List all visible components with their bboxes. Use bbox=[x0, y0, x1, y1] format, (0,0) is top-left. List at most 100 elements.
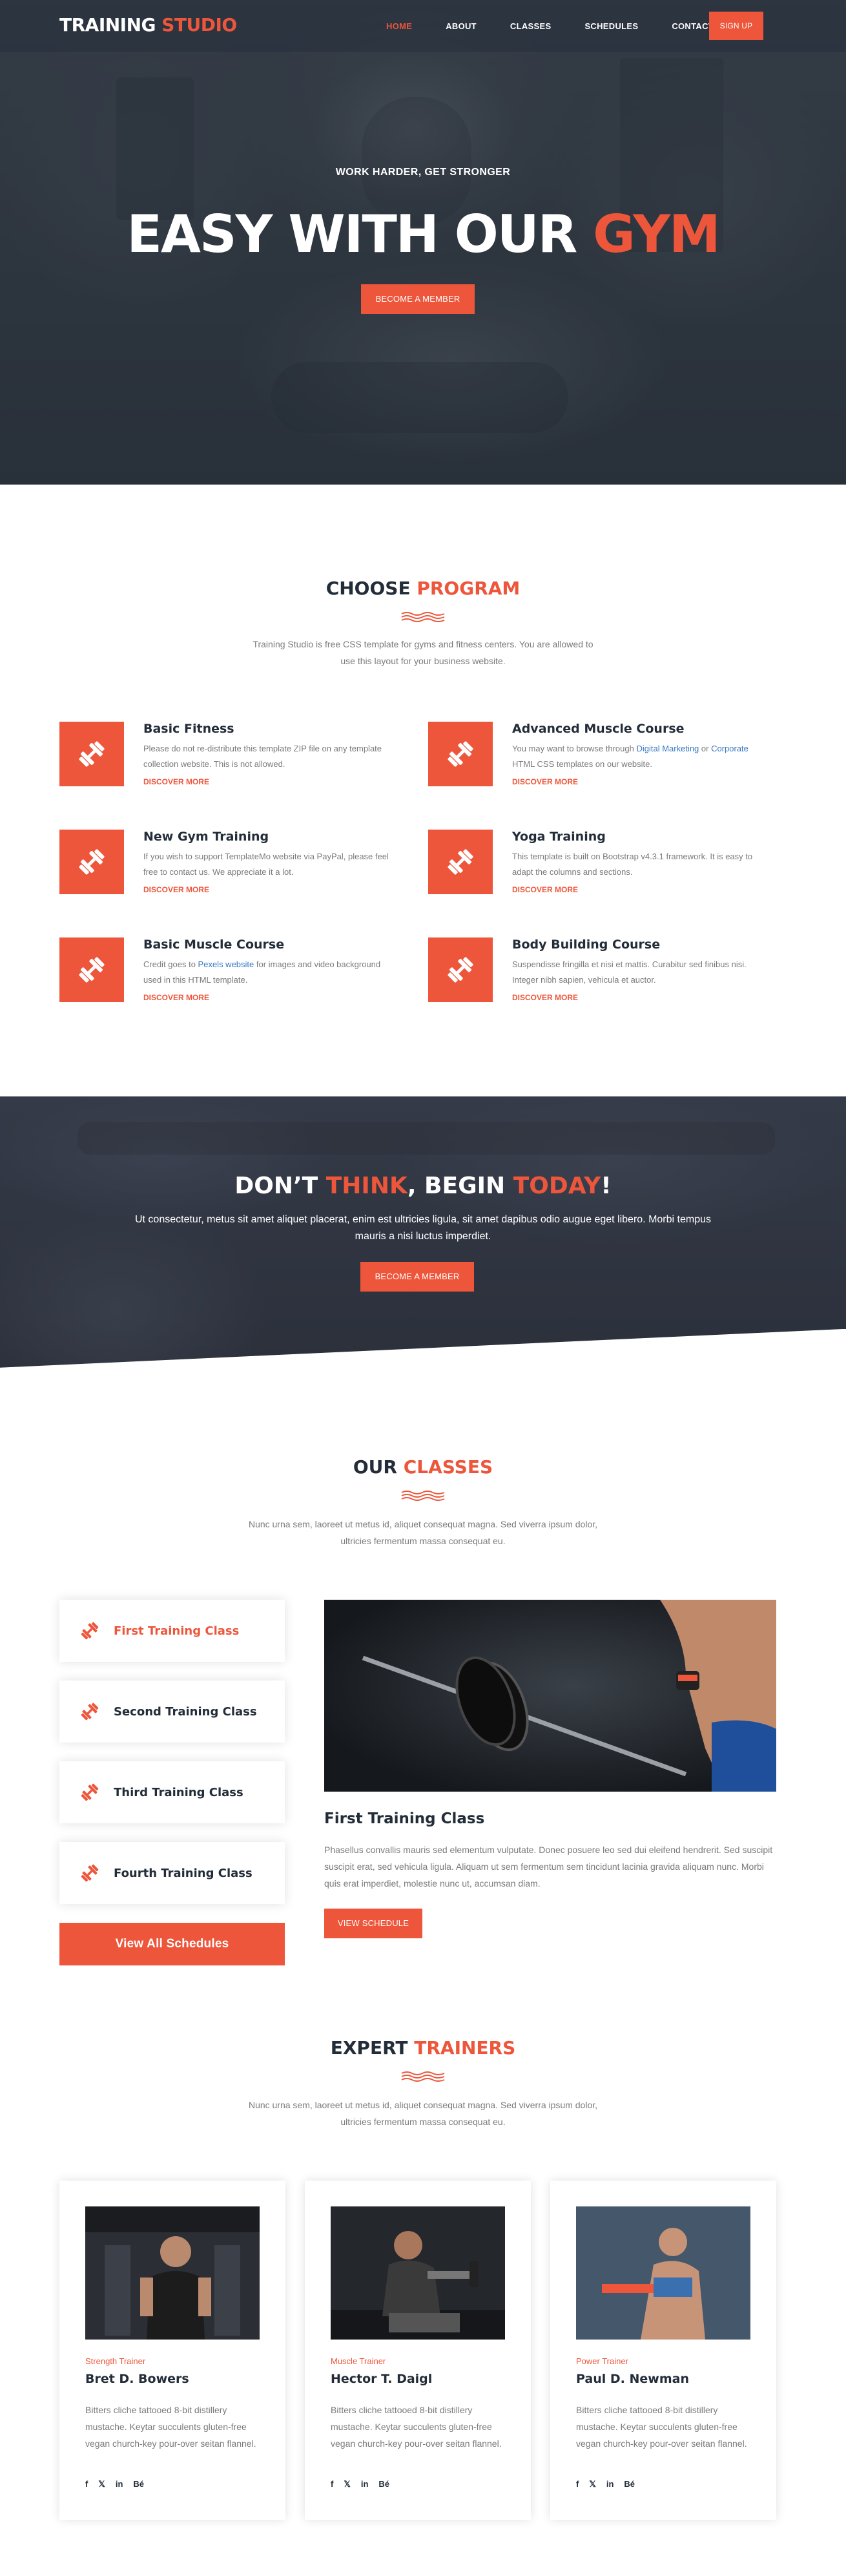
program-icon-box bbox=[59, 937, 124, 1002]
class-tab-icon bbox=[79, 1862, 101, 1884]
discover-more-link[interactable]: DISCOVER MORE bbox=[143, 777, 209, 786]
program-text-part: or bbox=[699, 744, 712, 753]
class-tab-icon bbox=[79, 1701, 101, 1723]
trainers-description: Nunc urna sem, laoreet ut metus id, aliq… bbox=[248, 2100, 598, 2127]
program-text-part: HTML CSS templates on our website. bbox=[512, 759, 652, 769]
trainer-role: Strength Trainer bbox=[85, 2356, 146, 2366]
heading-main: OUR bbox=[353, 1456, 397, 1478]
social-link-icon[interactable]: 𝕏 bbox=[98, 2479, 105, 2489]
nav-item-home[interactable]: HOME bbox=[386, 21, 412, 31]
program-icon-box bbox=[59, 830, 124, 894]
class-tab[interactable]: First Training Class bbox=[59, 1600, 285, 1662]
trainer-name: Bret D. Bowers bbox=[85, 2372, 189, 2386]
program-text: Credit goes to Pexels website for images… bbox=[143, 957, 395, 988]
cta-heading-part: ! bbox=[601, 1173, 612, 1199]
discover-more-link[interactable]: DISCOVER MORE bbox=[512, 885, 578, 894]
trainer-photo bbox=[331, 2206, 505, 2340]
program-item: Basic Muscle Course Credit goes to Pexel… bbox=[59, 937, 408, 1009]
social-link-icon[interactable]: f bbox=[331, 2479, 333, 2489]
wave-divider-icon bbox=[401, 2071, 445, 2082]
hero-section: TRAINING STUDIO HOME ABOUT CLASSES SCHED… bbox=[0, 0, 846, 485]
site-logo[interactable]: TRAINING STUDIO bbox=[59, 14, 237, 36]
social-link-icon[interactable]: in bbox=[116, 2479, 123, 2489]
dumbbell-icon bbox=[79, 849, 105, 875]
program-text-part: You may want to browse through bbox=[512, 744, 637, 753]
program-text-part: This template is built on Bootstrap v4.3… bbox=[512, 852, 753, 877]
program-text-part: Credit goes to bbox=[143, 959, 198, 969]
trainer-photo bbox=[576, 2206, 750, 2340]
cta-heading: DON’T THINK, BEGIN TODAY! bbox=[0, 1173, 846, 1199]
class-tab[interactable]: Second Training Class bbox=[59, 1681, 285, 1743]
nav-item-about[interactable]: ABOUT bbox=[446, 21, 477, 31]
logo-text: TRAINING bbox=[59, 14, 156, 36]
social-link-icon[interactable]: f bbox=[85, 2479, 88, 2489]
classes-heading: OUR CLASSES bbox=[0, 1456, 846, 1478]
social-link-icon[interactable]: 𝕏 bbox=[589, 2479, 595, 2489]
program-item: Body Building Course Suspendisse fringil… bbox=[428, 937, 777, 1009]
discover-more-link[interactable]: DISCOVER MORE bbox=[143, 993, 209, 1002]
wave-divider-icon bbox=[401, 1491, 445, 1501]
class-tab[interactable]: Third Training Class bbox=[59, 1761, 285, 1823]
classes-description: Nunc urna sem, laoreet ut metus id, aliq… bbox=[248, 1519, 598, 1546]
program-item: Yoga Training This template is built on … bbox=[428, 830, 777, 901]
program-text-part: Please do not re-distribute this templat… bbox=[143, 744, 382, 769]
dumbbell-icon bbox=[79, 957, 105, 983]
selected-class-title: First Training Class bbox=[324, 1810, 485, 1827]
view-all-schedules-button[interactable]: View All Schedules bbox=[59, 1923, 285, 1965]
cta-heading-accent: THINK bbox=[325, 1173, 408, 1199]
nav-item-contact[interactable]: CONTACT bbox=[672, 21, 714, 31]
view-schedule-button[interactable]: VIEW SCHEDULE bbox=[324, 1909, 422, 1938]
program-text: This template is built on Bootstrap v4.3… bbox=[512, 849, 764, 880]
program-item: New Gym Training If you wish to support … bbox=[59, 830, 408, 901]
discover-more-link[interactable]: DISCOVER MORE bbox=[512, 993, 578, 1002]
social-link-icon[interactable]: Bé bbox=[133, 2479, 144, 2489]
cta-heading-accent: TODAY bbox=[513, 1173, 601, 1199]
program-title: Basic Fitness bbox=[143, 722, 234, 736]
class-tab-icon bbox=[79, 1781, 101, 1803]
program-inline-link[interactable]: Pexels website bbox=[198, 959, 254, 969]
dumbbell-icon bbox=[81, 1702, 99, 1721]
trainer-image bbox=[331, 2206, 505, 2340]
program-inline-link[interactable]: Digital Marketing bbox=[636, 744, 699, 753]
dumbbell-icon bbox=[448, 741, 473, 767]
cta-become-member-button[interactable]: BECOME A MEMBER bbox=[360, 1262, 474, 1292]
program-title: Basic Muscle Course bbox=[143, 937, 285, 952]
social-link-icon[interactable]: 𝕏 bbox=[344, 2479, 350, 2489]
trainers-heading: EXPERT TRAINERS bbox=[0, 2037, 846, 2058]
nav-item-schedules[interactable]: SCHEDULES bbox=[584, 21, 638, 31]
social-link-icon[interactable]: in bbox=[606, 2479, 614, 2489]
become-member-button[interactable]: BECOME A MEMBER bbox=[361, 284, 475, 314]
hero-title-main: EASY WITH OUR bbox=[127, 204, 577, 264]
trainer-card: Strength Trainer Bret D. Bowers Bitters … bbox=[59, 2181, 285, 2520]
program-icon-box bbox=[59, 722, 124, 786]
class-image bbox=[324, 1600, 776, 1792]
program-text: Suspendisse fringilla et nisi et mattis.… bbox=[512, 957, 764, 988]
class-tab-label: First Training Class bbox=[114, 1624, 240, 1638]
nav-item-classes[interactable]: CLASSES bbox=[510, 21, 552, 31]
program-title: Advanced Muscle Course bbox=[512, 722, 685, 736]
discover-more-link[interactable]: DISCOVER MORE bbox=[512, 777, 578, 786]
selected-class-description: Phasellus convallis mauris sed elementum… bbox=[324, 1845, 773, 1889]
diagonal-divider bbox=[0, 1329, 846, 1368]
class-tab-icon bbox=[79, 1620, 101, 1642]
trainer-name: Hector T. Daigl bbox=[331, 2372, 433, 2386]
dumbbell-icon bbox=[79, 741, 105, 767]
signup-button[interactable]: SIGN UP bbox=[709, 12, 763, 40]
discover-more-link[interactable]: DISCOVER MORE bbox=[143, 885, 209, 894]
hero-title: EASY WITH OUR GYM bbox=[0, 204, 846, 264]
social-link-icon[interactable]: in bbox=[361, 2479, 369, 2489]
class-tab[interactable]: Fourth Training Class bbox=[59, 1842, 285, 1904]
barbell-photo bbox=[324, 1600, 776, 1792]
social-link-icon[interactable]: f bbox=[576, 2479, 579, 2489]
program-item: Basic Fitness Please do not re-distribut… bbox=[59, 722, 408, 793]
trainer-card: Muscle Trainer Hector T. Daigl Bitters c… bbox=[305, 2181, 531, 2520]
hero-kicker: WORK HARDER, GET STRONGER bbox=[335, 167, 511, 178]
program-text-part: Suspendisse fringilla et nisi et mattis.… bbox=[512, 959, 747, 985]
social-link-icon[interactable]: Bé bbox=[624, 2479, 635, 2489]
programs-heading: CHOOSE PROGRAM bbox=[0, 578, 846, 599]
program-inline-link[interactable]: Corporate bbox=[711, 744, 748, 753]
social-link-icon[interactable]: Bé bbox=[378, 2479, 389, 2489]
trainer-photo bbox=[85, 2206, 260, 2340]
trainer-bio: Bitters cliche tattooed 8-bit distillery… bbox=[576, 2405, 747, 2449]
trainer-bio: Bitters cliche tattooed 8-bit distillery… bbox=[85, 2405, 256, 2449]
